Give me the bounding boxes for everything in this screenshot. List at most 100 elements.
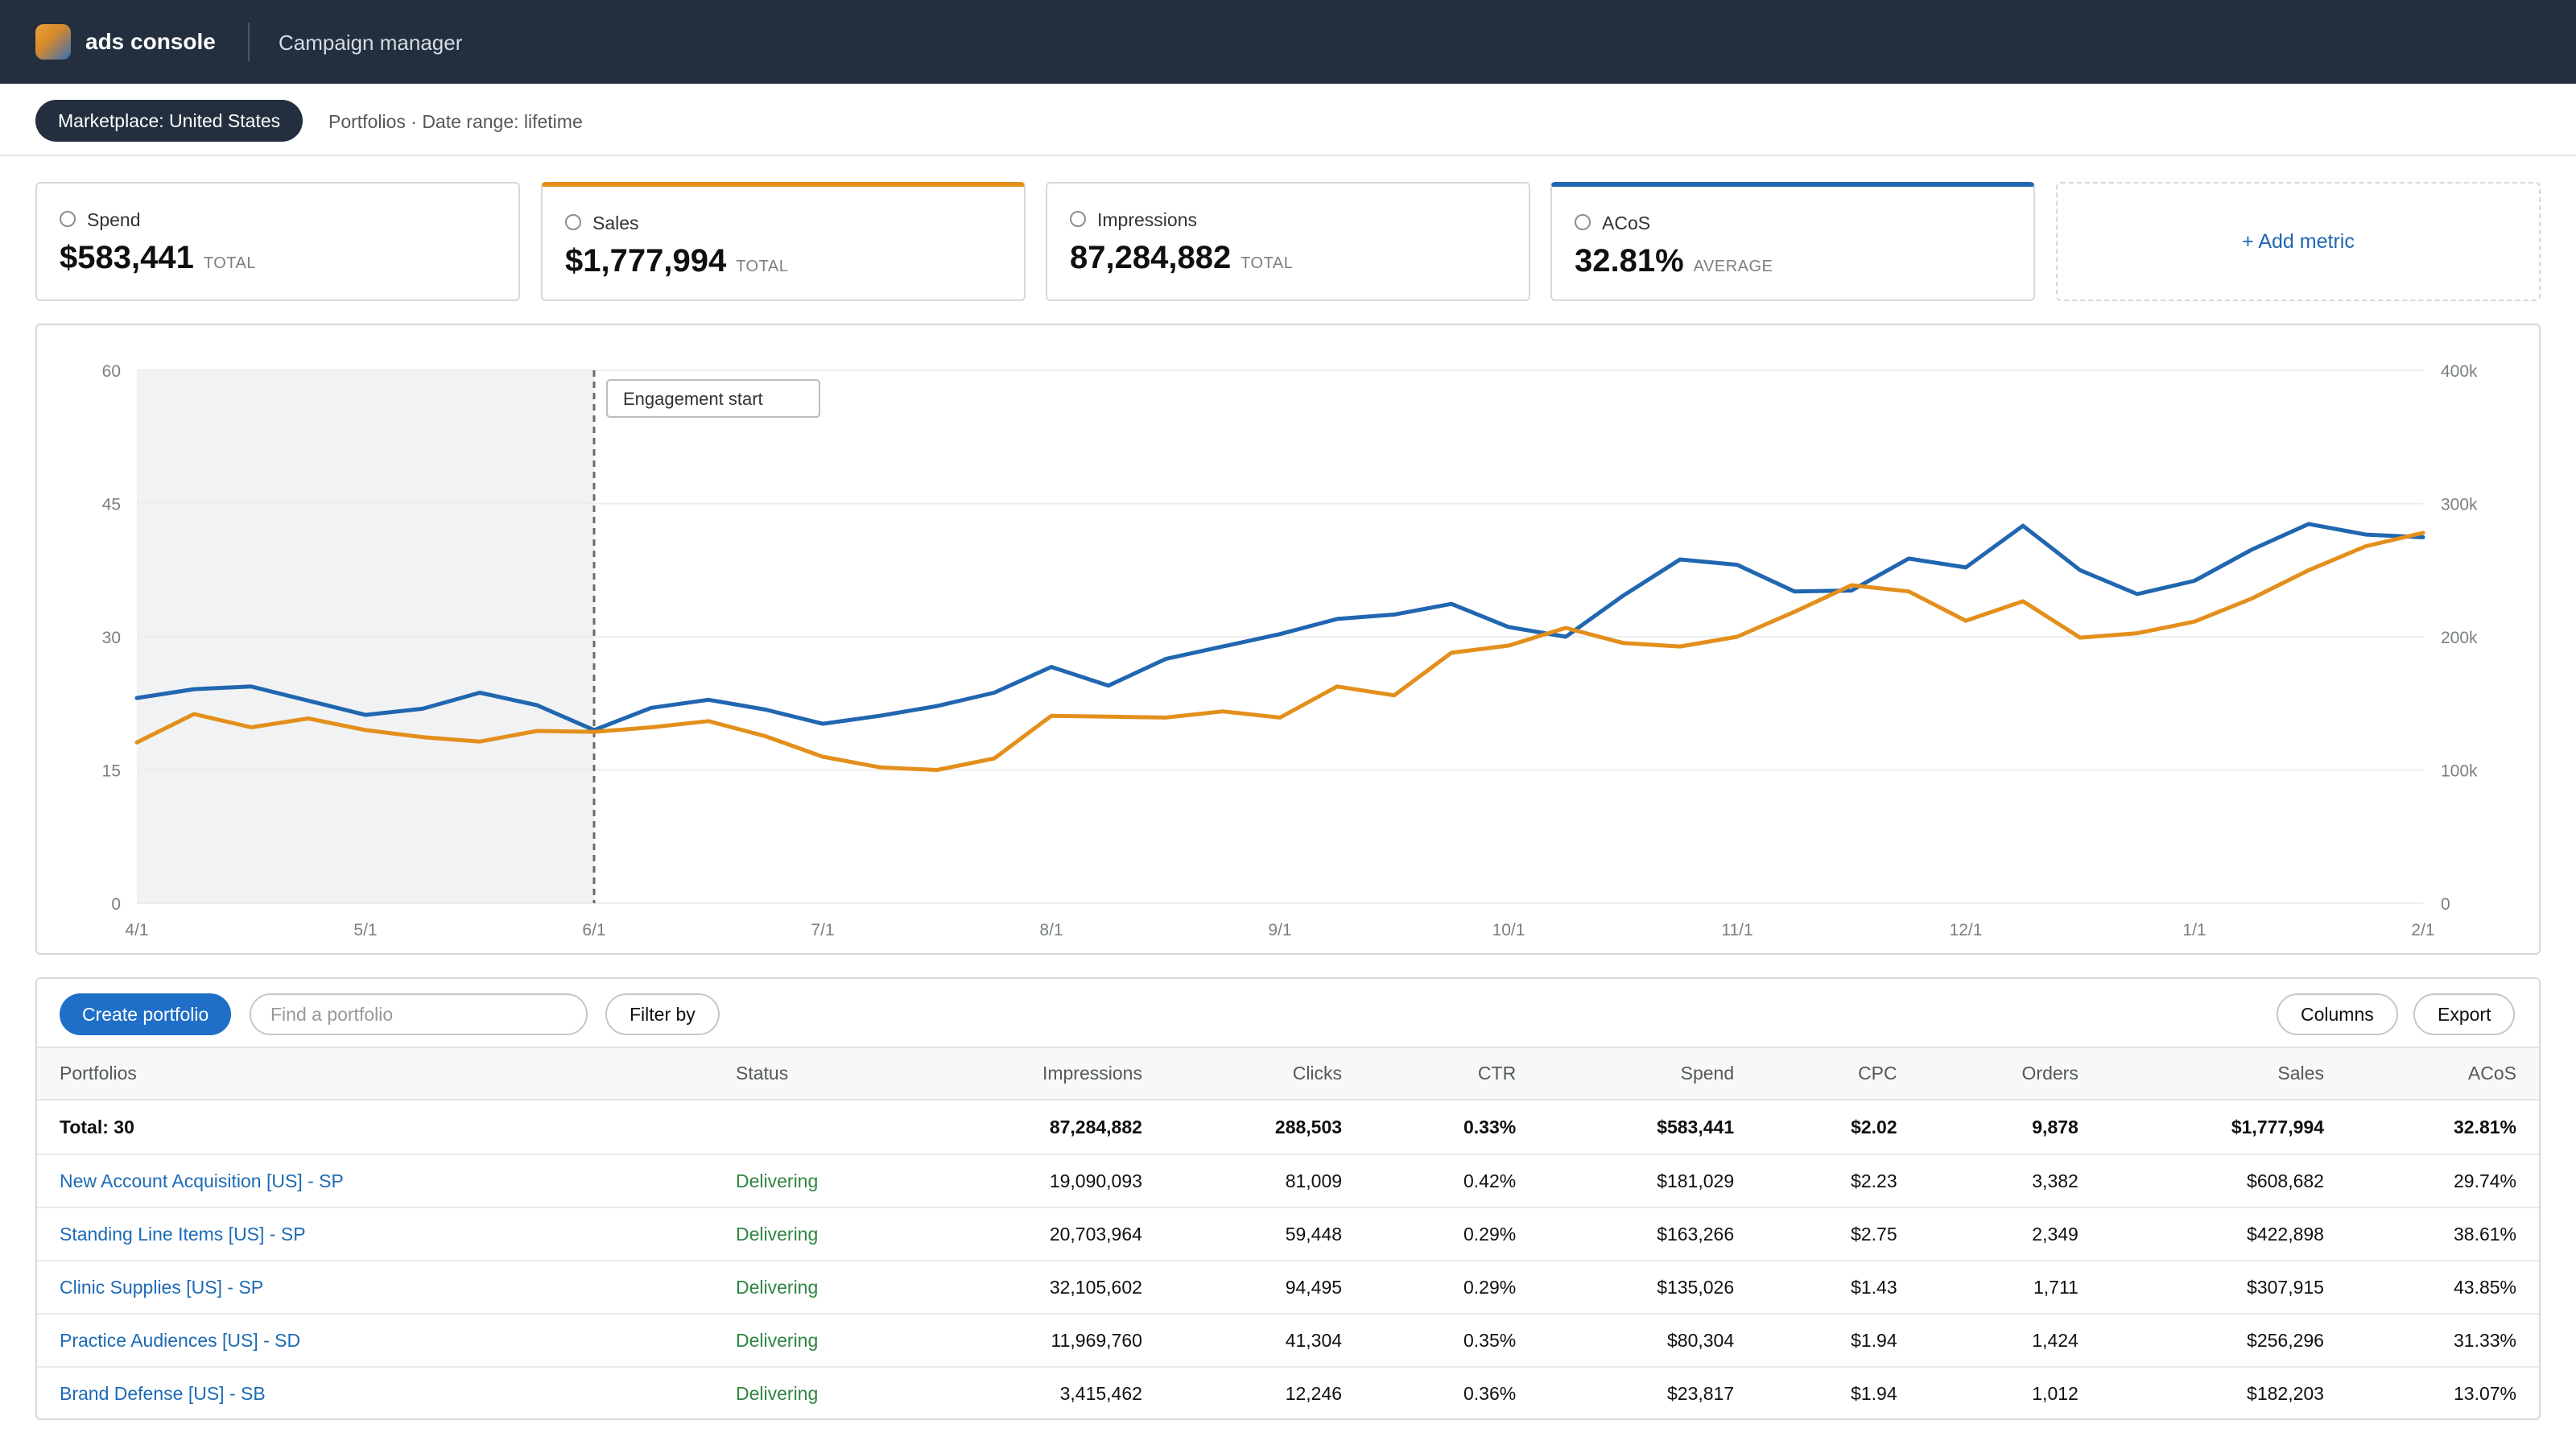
metric-label: Spend — [87, 209, 141, 230]
columns-button[interactable]: Columns — [2277, 993, 2398, 1035]
column-header-portfolios[interactable]: Portfolios — [37, 1048, 713, 1100]
total-label: Total: 30 — [37, 1100, 713, 1155]
orders-cell: 2,349 — [1919, 1208, 2101, 1261]
cpc-cell: $1.94 — [1757, 1367, 1920, 1418]
table-row: New Account Acquisition [US] - SP Delive… — [37, 1154, 2539, 1208]
status-cell: Delivering — [713, 1314, 906, 1368]
cpc-cell: $1.94 — [1757, 1314, 1920, 1368]
portfolio-search-input[interactable] — [250, 993, 588, 1035]
left-axis-tick-label: 45 — [102, 496, 121, 514]
x-axis-tick-label: 12/1 — [1950, 921, 1983, 939]
table-row: Standing Line Items [US] - SP Delivering… — [37, 1208, 2539, 1261]
right-axis-tick-label: 300k — [2441, 496, 2478, 514]
column-header-sales[interactable]: Sales — [2100, 1048, 2347, 1100]
orders-cell: 1,424 — [1919, 1314, 2101, 1368]
metric-label: ACoS — [1602, 213, 1651, 233]
top-bar: ads console Campaign manager — [0, 0, 2576, 84]
metric-card-spend[interactable]: Spend $583,441 TOTAL — [35, 182, 520, 301]
ctr-cell: 0.36% — [1364, 1367, 1539, 1418]
add-metric-button[interactable]: + Add metric — [2242, 230, 2355, 254]
total-impressions: 87,284,882 — [906, 1100, 1165, 1155]
sales-cell: $608,682 — [2100, 1154, 2347, 1208]
right-axis-tick-label: 400k — [2441, 362, 2478, 381]
status-cell: Delivering — [713, 1261, 906, 1315]
acos-cell: 31.33% — [2346, 1314, 2539, 1368]
column-header-ctr[interactable]: CTR — [1364, 1048, 1539, 1100]
portfolio-table: Portfolios Status Impressions Clicks CTR… — [37, 1048, 2539, 1418]
metric-radio[interactable] — [60, 211, 76, 227]
spend-cell: $23,817 — [1538, 1367, 1757, 1418]
acos-cell: 43.85% — [2346, 1261, 2539, 1315]
left-axis-tick-label: 60 — [102, 362, 121, 381]
portfolio-link[interactable]: Practice Audiences [US] - SD — [60, 1330, 300, 1351]
portfolio-name-cell: Standing Line Items [US] - SP — [37, 1208, 713, 1261]
x-axis-tick-label: 5/1 — [353, 921, 377, 939]
filter-bar: Marketplace: United States Portfolios · … — [0, 84, 2576, 156]
annotation-label: Engagement start — [623, 389, 763, 409]
chart-svg: 0 15 30 45 60 0 100k 200k 300k 400k 4/1 5/1 6/1 7/1 8/… — [102, 362, 2478, 939]
x-axis-tick-label: 6/1 — [582, 921, 605, 939]
ctr-cell: 0.29% — [1364, 1261, 1539, 1315]
metric-value: 87,284,882 TOTAL — [1070, 240, 1293, 276]
app-name[interactable]: ads console — [85, 29, 216, 55]
portfolio-link[interactable]: New Account Acquisition [US] - SP — [60, 1170, 344, 1191]
create-portfolio-button[interactable]: Create portfolio — [60, 993, 232, 1035]
total-ctr: 0.33% — [1364, 1100, 1539, 1155]
x-axis-tick-label: 2/1 — [2411, 921, 2434, 939]
column-header-acos[interactable]: ACoS — [2346, 1048, 2539, 1100]
ctr-cell: 0.35% — [1364, 1314, 1539, 1368]
metric-value: $1,777,994 TOTAL — [565, 243, 788, 279]
cpc-cell: $1.43 — [1757, 1261, 1920, 1315]
left-axis-tick-label: 30 — [102, 629, 121, 647]
column-header-impressions[interactable]: Impressions — [906, 1048, 1165, 1100]
right-axis-tick-label: 0 — [2441, 895, 2450, 914]
sales-cell: $256,296 — [2100, 1314, 2347, 1368]
filter-by-button[interactable]: Filter by — [605, 993, 720, 1035]
metric-value: 32.81% AVERAGE — [1575, 243, 1773, 279]
x-axis-tick-label: 9/1 — [1268, 921, 1291, 939]
status-cell: Delivering — [713, 1367, 906, 1418]
x-axis-tick-label: 10/1 — [1492, 921, 1525, 939]
column-header-status[interactable]: Status — [713, 1048, 906, 1100]
marketplace-selector[interactable]: Marketplace: United States — [35, 100, 303, 142]
portfolio-link[interactable]: Clinic Supplies [US] - SP — [60, 1277, 263, 1298]
metric-card-acos[interactable]: ACoS 32.81% AVERAGE — [1550, 182, 2035, 301]
column-header-clicks[interactable]: Clicks — [1164, 1048, 1365, 1100]
table-total-row: Total: 30 87,284,882 288,503 0.33% $583,… — [37, 1100, 2539, 1155]
spend-cell: $181,029 — [1538, 1154, 1757, 1208]
total-acos: 32.81% — [2346, 1100, 2539, 1155]
spend-cell: $163,266 — [1538, 1208, 1757, 1261]
metric-card-sales[interactable]: Sales $1,777,994 TOTAL — [541, 182, 1026, 301]
metric-suffix: AVERAGE — [1693, 258, 1773, 275]
metric-radio[interactable] — [1070, 211, 1086, 227]
portfolio-name-cell: Practice Audiences [US] - SD — [37, 1314, 713, 1368]
orders-cell: 1,012 — [1919, 1367, 2101, 1418]
metric-value-number: $583,441 — [60, 240, 194, 275]
metric-value-number: 87,284,882 — [1070, 240, 1232, 275]
portfolio-link[interactable]: Standing Line Items [US] - SP — [60, 1224, 306, 1245]
sales-cell: $182,203 — [2100, 1367, 2347, 1418]
total-clicks: 288,503 — [1164, 1100, 1365, 1155]
x-axis-tick-label: 1/1 — [2182, 921, 2206, 939]
column-header-cpc[interactable]: CPC — [1757, 1048, 1920, 1100]
left-axis-tick-label: 0 — [111, 895, 121, 914]
app-logo-icon[interactable] — [35, 24, 71, 60]
add-metric-card[interactable]: + Add metric — [2056, 182, 2541, 301]
metric-suffix: TOTAL — [203, 254, 256, 272]
table-row: Clinic Supplies [US] - SP Delivering 32,… — [37, 1261, 2539, 1315]
metric-card-impressions[interactable]: Impressions 87,284,882 TOTAL — [1046, 182, 1530, 301]
portfolio-name-cell: Brand Defense [US] - SB — [37, 1367, 713, 1418]
metric-radio[interactable] — [565, 214, 581, 230]
metric-value: $583,441 TOTAL — [60, 240, 256, 276]
column-header-spend[interactable]: Spend — [1538, 1048, 1757, 1100]
column-header-orders[interactable]: Orders — [1919, 1048, 2101, 1100]
x-axis-tick-label: 8/1 — [1039, 921, 1063, 939]
metric-radio[interactable] — [1575, 214, 1591, 230]
orders-cell: 3,382 — [1919, 1154, 2101, 1208]
export-button[interactable]: Export — [2413, 993, 2516, 1035]
right-axis-tick-label: 100k — [2441, 762, 2478, 781]
status-cell: Delivering — [713, 1208, 906, 1261]
clicks-cell: 59,448 — [1164, 1208, 1365, 1261]
metric-suffix: TOTAL — [1241, 254, 1294, 272]
portfolio-link[interactable]: Brand Defense [US] - SB — [60, 1383, 266, 1404]
